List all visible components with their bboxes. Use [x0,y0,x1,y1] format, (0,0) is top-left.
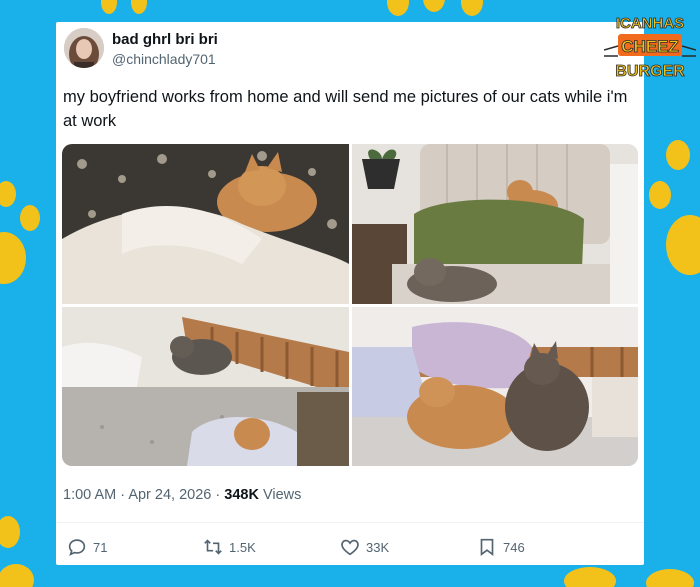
divider [56,522,644,523]
photo-cats-on-bed[interactable] [62,307,349,466]
bookmark-icon [480,538,494,556]
like-count: 33K [366,539,390,555]
meta-separator: · [215,487,221,503]
like-button[interactable]: 33K [339,536,389,558]
views-count: 348K [224,487,259,503]
paw-print-decoration [649,140,700,275]
logo-line-1: ICANHAS [616,15,684,32]
bookmark-count: 746 [503,539,525,555]
logo-line-2: CHEEZ [621,37,679,56]
retweet-count: 1.5K [229,539,256,555]
cheezburger-logo: ICANHAS CHEEZ BURGER [604,15,696,80]
paw-print-decoration [564,567,694,587]
tweet-metadata: 1:00 AM · Apr 24, 2026 · 348K Views [63,487,301,503]
display-name[interactable]: bad ghrl bri bri [112,31,218,48]
reply-count: 71 [93,539,108,555]
tweet-time[interactable]: 1:00 AM [63,487,116,503]
paw-print-decoration [0,181,40,284]
retweet-button[interactable]: 1.5K [202,536,256,558]
photo-cat-under-blanket[interactable] [62,144,349,304]
tweet-card: bad ghrl bri bri @chinchlady701 my boyfr… [56,22,644,565]
views-label: Views [262,487,302,503]
avatar[interactable] [64,28,104,68]
bookmark-button[interactable]: 746 [476,536,525,558]
meta-separator: · [120,487,126,503]
heart-icon [341,539,359,556]
paw-print-decoration [387,0,483,16]
tweet-text: my boyfriend works from home and will se… [63,88,628,130]
reply-button[interactable]: 71 [66,536,107,558]
photo-two-cats-cuddling[interactable] [352,307,638,466]
reply-icon [68,539,86,556]
tweet-date[interactable]: Apr 24, 2026 [128,487,211,503]
paw-print-decoration [0,516,34,587]
logo-line-3: BURGER [615,63,685,80]
retweet-icon [204,539,222,555]
photo-cats-on-pillow[interactable] [352,144,638,304]
user-handle[interactable]: @chinchlady701 [112,51,216,67]
photo-grid [62,144,638,466]
